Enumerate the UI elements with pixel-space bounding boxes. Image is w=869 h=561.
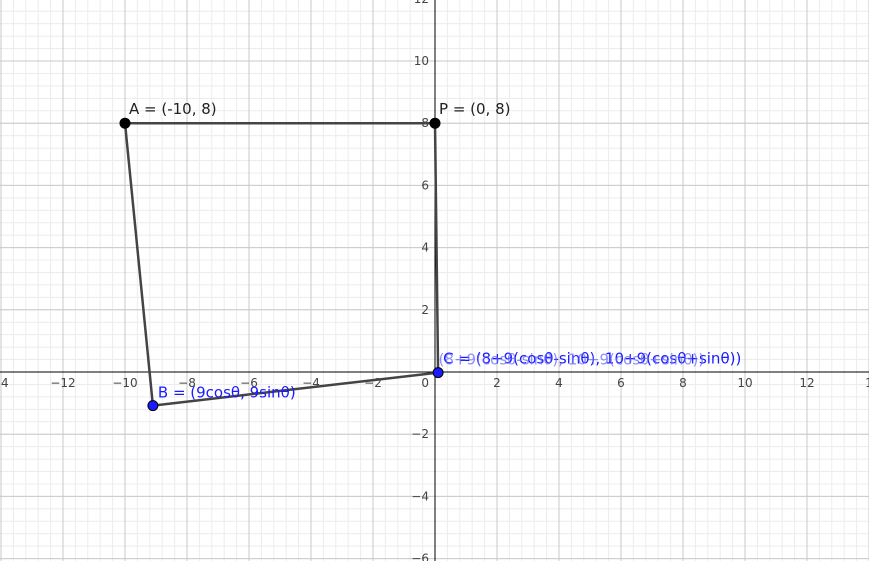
y-tick-label: 6 <box>421 178 429 192</box>
point-c[interactable] <box>432 367 444 379</box>
point-label-b: B = (9cosθ, 9sinθ) <box>158 384 296 402</box>
x-tick-label: −12 <box>50 376 75 390</box>
point-p[interactable] <box>429 117 441 129</box>
y-tick-label: −2 <box>411 427 429 441</box>
point-a[interactable] <box>119 117 131 129</box>
y-tick-labels: −6−4−224681012 <box>411 0 429 561</box>
x-tick-label: 14 <box>0 376 9 390</box>
point-b[interactable] <box>147 400 159 412</box>
axes <box>0 0 869 561</box>
points[interactable] <box>119 117 444 412</box>
y-tick-label: −6 <box>411 552 429 561</box>
x-tick-label: 8 <box>679 376 687 390</box>
y-tick-label: 2 <box>421 303 429 317</box>
y-tick-label: 12 <box>414 0 429 6</box>
y-tick-label: −4 <box>411 489 429 503</box>
x-tick-label: −2 <box>364 376 382 390</box>
segment-b-a <box>123 121 155 407</box>
x-tick-label: −10 <box>112 376 137 390</box>
x-tick-label: 1 <box>865 376 869 390</box>
y-tick-label: 10 <box>414 54 429 68</box>
x-tick-label: 6 <box>617 376 625 390</box>
x-tick-label: 12 <box>799 376 814 390</box>
point-label-a: A = (-10, 8) <box>129 100 217 118</box>
origin-tick-label: 0 <box>421 376 429 390</box>
x-tick-label: 4 <box>555 376 563 390</box>
polygon-segments <box>123 121 440 407</box>
x-tick-label: 10 <box>737 376 752 390</box>
y-tick-label: 4 <box>421 241 429 255</box>
x-tick-label: 2 <box>493 376 501 390</box>
point-label-p: P = (0, 8) <box>439 100 510 118</box>
point-label-c-ghost: (8+9(cosθ-sinθ), 10+9(cosθ+sinθ)) <box>439 351 705 369</box>
graph-canvas[interactable]: 14−12−10−8−6−4−22468101210 −6−4−22468101… <box>0 0 869 561</box>
